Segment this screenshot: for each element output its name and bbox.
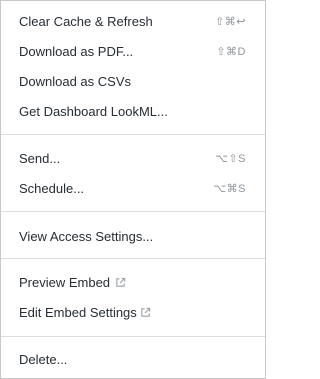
menu-divider (1, 134, 265, 135)
view-access-settings-label: View Access Settings... (19, 229, 154, 244)
edit-embed-settings-item[interactable]: Edit Embed Settings (1, 298, 265, 328)
menu-divider (1, 211, 265, 212)
delete-item[interactable]: Delete... (1, 345, 265, 375)
schedule-label: Schedule... (19, 181, 85, 196)
send-label: Send... (19, 151, 61, 166)
download-pdf-item[interactable]: Download as PDF... ⇧⌘D (1, 37, 265, 67)
clear-cache-refresh-shortcut: ⇧⌘↩ (215, 16, 246, 28)
send-shortcut: ⌥⇧S (215, 153, 246, 165)
download-csvs-label: Download as CSVs (19, 74, 131, 89)
download-csvs-item[interactable]: Download as CSVs (1, 67, 265, 97)
clear-cache-refresh-label: Clear Cache & Refresh (19, 14, 153, 29)
schedule-item[interactable]: Schedule... ⌥⌘S (1, 174, 265, 204)
external-link-icon (141, 307, 151, 317)
dashboard-options-menu: Clear Cache & Refresh ⇧⌘↩ Download as PD… (0, 0, 266, 379)
edit-embed-settings-label: Edit Embed Settings (19, 305, 137, 320)
delete-label: Delete... (19, 352, 68, 367)
send-item[interactable]: Send... ⌥⇧S (1, 144, 265, 174)
menu-divider (1, 336, 265, 337)
get-dashboard-lookml-label: Get Dashboard LookML... (19, 104, 168, 119)
download-pdf-label: Download as PDF... (19, 44, 134, 59)
menu-divider (1, 258, 265, 259)
preview-embed-item[interactable]: Preview Embed (1, 268, 265, 298)
schedule-shortcut: ⌥⌘S (213, 183, 246, 195)
preview-embed-label: Preview Embed (19, 275, 111, 290)
external-link-icon (116, 277, 126, 287)
get-dashboard-lookml-item[interactable]: Get Dashboard LookML... (1, 97, 265, 127)
download-pdf-shortcut: ⇧⌘D (216, 46, 246, 58)
view-access-settings-item[interactable]: View Access Settings... (1, 222, 265, 252)
clear-cache-refresh-item[interactable]: Clear Cache & Refresh ⇧⌘↩ (1, 7, 265, 37)
